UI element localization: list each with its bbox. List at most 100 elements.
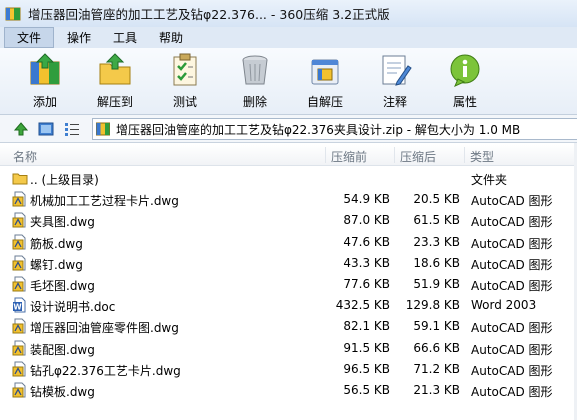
list-item[interactable]: W 设计说明书.doc 432.5 KB 129.8 KB Word 2003: [0, 295, 577, 316]
compressed-size: 59.1 KB: [413, 319, 460, 334]
column-name[interactable]: 名称: [13, 148, 37, 165]
delete-bin-icon: [237, 52, 273, 88]
info-properties-icon: [447, 52, 483, 88]
column-divider[interactable]: [325, 147, 326, 163]
dwg-file-icon: [12, 212, 28, 228]
column-type[interactable]: 类型: [470, 148, 494, 165]
file-type: AutoCAD 图形: [471, 279, 553, 293]
original-size: 87.0 KB: [343, 213, 390, 228]
list-item[interactable]: 装配图.dwg 91.5 KB 66.6 KB AutoCAD 图形: [0, 338, 577, 359]
test-button[interactable]: 测试: [150, 52, 220, 110]
self-extract-icon: [307, 52, 343, 88]
original-size: 56.5 KB: [343, 383, 390, 397]
file-name: 装配图.dwg: [30, 342, 95, 357]
compressed-size: 129.8 KB: [405, 298, 460, 313]
dwg-file-icon: [12, 276, 28, 292]
toolbar: 添加 解压到 测试 删除 自解压 注释 属性: [0, 48, 577, 115]
self-extract-button[interactable]: 自解压: [290, 52, 360, 110]
file-list: 名称 压缩前 压缩后 类型 .. (上级目录) 文件夹机械加工工艺过程卡片.dwg…: [0, 143, 577, 420]
zip-archive-icon: [96, 122, 110, 136]
file-type: AutoCAD 图形: [471, 236, 553, 251]
delete-button[interactable]: 删除: [220, 52, 290, 110]
original-size: 91.5 KB: [343, 340, 390, 355]
column-compressed-size[interactable]: 压缩后: [400, 148, 436, 165]
original-size: 54.9 KB: [343, 192, 390, 207]
file-name: 钻孔φ22.376工艺卡片.dwg: [30, 363, 181, 378]
list-item[interactable]: 螺钉.dwg 43.3 KB 18.6 KB AutoCAD 图形: [0, 253, 577, 274]
file-name: 设计说明书.doc: [30, 300, 116, 315]
dwg-file-icon: [12, 361, 28, 377]
list-item[interactable]: 钻孔φ22.376工艺卡片.dwg 96.5 KB 71.2 KB AutoCAD 图…: [0, 359, 577, 380]
file-name: .. (上级目录): [30, 173, 99, 187]
list-item[interactable]: 筋板.dwg 47.6 KB 23.3 KB AutoCAD 图形: [0, 232, 577, 253]
original-size: 96.5 KB: [343, 361, 390, 376]
list-item[interactable]: 毛坯图.dwg 77.6 KB 51.9 KB AutoCAD 图形: [0, 274, 577, 295]
path-field[interactable]: 增压器回油管座的加工工艺及钻φ22.376夹具设计.zip - 解包大小为 1.…: [92, 118, 577, 140]
file-name: 夹具图.dwg: [30, 215, 95, 230]
comment-button[interactable]: 注释: [360, 52, 430, 110]
menu-help[interactable]: 帮助: [150, 27, 192, 48]
comment-note-icon: [377, 52, 413, 88]
menu-file[interactable]: 文件: [4, 27, 55, 48]
column-divider[interactable]: [464, 147, 465, 163]
extract-to-button[interactable]: 解压到: [80, 52, 150, 110]
file-type: AutoCAD 图形: [471, 363, 553, 378]
file-type: AutoCAD 图形: [471, 342, 553, 357]
compressed-size: 18.6 KB: [413, 255, 460, 270]
file-name: 钻模板.dwg: [30, 385, 95, 399]
properties-label: 属性: [452, 95, 477, 109]
file-type: AutoCAD 图形: [471, 385, 553, 399]
dwg-file-icon: [12, 234, 28, 250]
extract-to-label: 解压到: [96, 95, 133, 109]
delete-label: 删除: [242, 95, 267, 109]
list-item[interactable]: 机械加工工艺过程卡片.dwg 54.9 KB 20.5 KB AutoCAD 图形: [0, 189, 577, 210]
address-bar: 增压器回油管座的加工工艺及钻φ22.376夹具设计.zip - 解包大小为 1.…: [0, 115, 577, 143]
test-clipboard-icon: [167, 52, 203, 88]
menu-tools[interactable]: 工具: [104, 27, 146, 48]
compressed-size: 71.2 KB: [413, 361, 460, 376]
dwg-file-icon: [12, 255, 28, 271]
file-name: 螺钉.dwg: [30, 257, 83, 272]
file-name: 机械加工工艺过程卡片.dwg: [30, 194, 179, 209]
folder-icon: [12, 170, 28, 186]
dwg-file-icon: [12, 382, 28, 398]
properties-button[interactable]: 属性: [430, 52, 500, 110]
list-item[interactable]: 增压器回油管座零件图.dwg 82.1 KB 59.1 KB AutoCAD 图形: [0, 316, 577, 337]
file-type: AutoCAD 图形: [471, 257, 553, 272]
add-archive-icon: [27, 52, 63, 88]
list-item[interactable]: 钻模板.dwg 56.5 KB 21.3 KB AutoCAD 图形: [0, 380, 577, 401]
original-size: 43.3 KB: [343, 255, 390, 270]
file-type: Word 2003: [471, 298, 537, 313]
compressed-size: 20.5 KB: [413, 192, 460, 207]
menu-bar: 文件 操作 工具 帮助: [0, 27, 577, 48]
test-label: 测试: [172, 95, 197, 109]
window-title: 增压器回油管座的加工工艺及钻φ22.376... - 360压缩 3.2正式版: [28, 7, 390, 22]
svg-text:W: W: [13, 302, 22, 311]
compressed-size: 21.3 KB: [413, 383, 460, 397]
view-thumbnail-icon[interactable]: [38, 121, 54, 137]
file-type: AutoCAD 图形: [471, 215, 553, 230]
file-type: 文件夹: [471, 173, 508, 187]
file-type: AutoCAD 图形: [471, 321, 553, 336]
dwg-file-icon: [12, 191, 28, 207]
compressed-size: 61.5 KB: [413, 213, 460, 228]
original-size: 432.5 KB: [335, 298, 390, 313]
list-item-parent-folder[interactable]: .. (上级目录) 文件夹: [0, 168, 577, 189]
list-item[interactable]: 夹具图.dwg 87.0 KB 61.5 KB AutoCAD 图形: [0, 210, 577, 231]
add-button[interactable]: 添加: [10, 52, 80, 110]
self-extract-label: 自解压: [306, 95, 343, 109]
view-details-icon[interactable]: [64, 121, 80, 137]
column-original-size[interactable]: 压缩前: [331, 148, 367, 165]
file-name: 毛坯图.dwg: [30, 279, 95, 293]
comment-label: 注释: [382, 95, 407, 109]
compressed-size: 51.9 KB: [413, 277, 460, 291]
menu-operate[interactable]: 操作: [58, 27, 100, 48]
up-arrow-icon[interactable]: [13, 121, 29, 137]
list-header: 名称 压缩前 压缩后 类型: [0, 145, 577, 166]
column-divider[interactable]: [394, 147, 395, 163]
compressed-size: 66.6 KB: [413, 340, 460, 355]
dwg-file-icon: [12, 340, 28, 356]
add-label: 添加: [32, 95, 57, 109]
word-doc-icon: W: [12, 297, 28, 313]
dwg-file-icon: [12, 318, 28, 334]
